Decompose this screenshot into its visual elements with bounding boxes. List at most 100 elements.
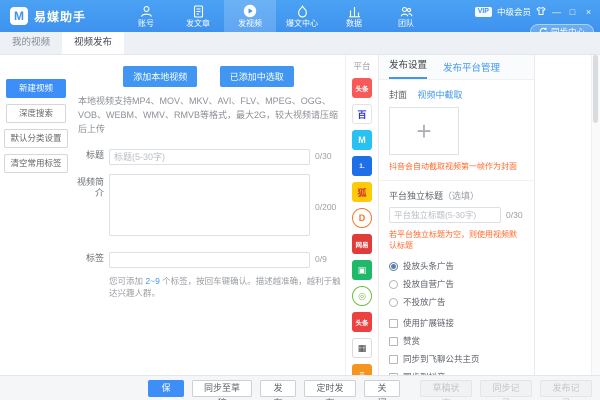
- nav-item-account[interactable]: 账号: [120, 0, 172, 32]
- nav-item-team[interactable]: 团队: [380, 0, 432, 32]
- flame-icon: [296, 5, 309, 18]
- sidebar-button-3[interactable]: 清空常用标签: [4, 154, 67, 173]
- scrollbar[interactable]: [591, 55, 600, 375]
- skin-icon[interactable]: [536, 3, 546, 21]
- tab-publish-settings[interactable]: 发布设置: [389, 55, 427, 79]
- footer-button-0[interactable]: 保存: [148, 380, 184, 397]
- right-empty-area: [536, 55, 600, 375]
- platform-icon-platform-8[interactable]: ▣: [352, 260, 372, 280]
- sidebar-button-1[interactable]: 深度搜索: [6, 104, 66, 123]
- platform-icon-dongfanghao[interactable]: D: [352, 208, 372, 228]
- topbar: M 易媒助手 账号 发文章 发视频 爆文中心 数据: [0, 0, 600, 32]
- ad-option-0[interactable]: 投放头条广告: [389, 260, 524, 272]
- platform-icon-baijiahao[interactable]: 百: [352, 104, 372, 124]
- platform-icon-yidianzixun[interactable]: 1.: [352, 156, 372, 176]
- format-tip: 本地视频支持MP4、MOV、MKV、AVI、FLV、MPEG、OGG、VOB、W…: [78, 95, 339, 137]
- ad-option-label: 投放自营广告: [403, 278, 454, 290]
- footer-button-4[interactable]: 关闭: [364, 380, 400, 397]
- footer-button-3[interactable]: 定时发布: [304, 380, 356, 397]
- footer-secondary-button-1: 同步记录: [480, 380, 532, 397]
- nav-item-data[interactable]: 数据: [328, 0, 380, 32]
- ad-option-label: 不投放广告: [403, 296, 446, 308]
- indep-title-tip: 若平台独立标题为空，则使用视频默认标题: [389, 229, 524, 251]
- sidebar-button-2[interactable]: 默认分类设置: [4, 129, 67, 148]
- video-play-icon: [243, 4, 257, 18]
- user-icon: [140, 5, 153, 18]
- title-input[interactable]: [109, 149, 310, 165]
- publish-settings-panel: 发布设置 发布平台管理 封面 视频中截取 + 抖音会自动截取视频第一帧作为封面 …: [378, 55, 535, 375]
- title-label: 标题: [72, 147, 104, 161]
- tab-video-publish[interactable]: 视频发布: [62, 32, 124, 54]
- sync-option-1[interactable]: 赞赏: [389, 335, 524, 347]
- tags-counter: 0/9: [310, 254, 341, 264]
- footer-button-2[interactable]: 发布: [260, 380, 296, 397]
- radio-icon: [389, 298, 398, 307]
- indep-title-optional: （选填）: [443, 191, 479, 201]
- select-added-button[interactable]: 已添加中选取: [220, 66, 294, 87]
- intro-textarea[interactable]: [109, 174, 310, 236]
- indep-title-label: 平台独立标题: [389, 191, 443, 201]
- indep-title-row: 平台独立标题（选填）: [389, 189, 524, 202]
- sync-option-2[interactable]: 同步到飞聊公共主页: [389, 353, 524, 365]
- nav-item-label: 发文章: [186, 19, 210, 28]
- cover-tip: 抖音会自动截取视频第一帧作为封面: [389, 161, 524, 172]
- footer-bar: 保存同步至草稿发布定时发布关闭 草稿状态同步记录发布记录: [0, 375, 600, 400]
- platform-icon-platform-10[interactable]: 头条: [352, 312, 372, 332]
- tags-tip-prefix: 您可添加: [109, 276, 145, 286]
- nav-item-post-video[interactable]: 发视频: [224, 0, 276, 32]
- minimize-button[interactable]: —: [551, 7, 562, 17]
- sync-option-label: 同步到飞聊公共主页: [403, 353, 480, 365]
- radio-icon: [389, 262, 398, 271]
- app-logo: M 易媒助手: [0, 0, 120, 32]
- platform-icon-sohuhao[interactable]: 狐: [352, 182, 372, 202]
- footer-button-1[interactable]: 同步至草稿: [192, 380, 252, 397]
- ad-option-label: 投放头条广告: [403, 260, 454, 272]
- app-title: 易媒助手: [34, 8, 86, 25]
- cover-upload-box[interactable]: +: [389, 107, 459, 155]
- platform-icon-dayuhao[interactable]: M: [352, 130, 372, 150]
- ad-option-2[interactable]: 不投放广告: [389, 296, 524, 308]
- video-form: 添加本地视频 已添加中选取 本地视频支持MP4、MOV、MKV、AVI、FLV、…: [72, 55, 345, 375]
- tab-my-videos[interactable]: 我的视频: [0, 32, 62, 54]
- tab-platform-manage[interactable]: 发布平台管理: [443, 60, 500, 74]
- app-logo-icon: M: [10, 7, 28, 25]
- ad-options: 投放头条广告投放自营广告不投放广告: [389, 260, 524, 308]
- tags-input[interactable]: [109, 252, 310, 268]
- sync-option-label: 使用扩展链接: [403, 317, 454, 329]
- vip-badge: VIP: [475, 7, 492, 17]
- tags-tip: 您可添加 2~9 个标签，按回车键确认。描述越准确，越利于触达兴趣人群。: [109, 275, 345, 299]
- divider: [379, 180, 534, 181]
- nav-item-post-article[interactable]: 发文章: [172, 0, 224, 32]
- tags-row: 标签 0/9: [72, 250, 341, 268]
- nav-item-hot-center[interactable]: 爆文中心: [276, 0, 328, 32]
- ad-option-1[interactable]: 投放自营广告: [389, 278, 524, 290]
- left-sidebar: 新建视频深度搜索默认分类设置清空常用标签: [0, 55, 72, 375]
- nav-item-label: 团队: [398, 19, 414, 28]
- cover-row: 封面 视频中截取: [389, 88, 524, 101]
- sync-option-label: 赞赏: [403, 335, 420, 347]
- platform-icon-platform-11[interactable]: ▦: [352, 338, 372, 358]
- scrollbar-thumb[interactable]: [593, 55, 598, 123]
- intro-row: 视频简介 0/200: [72, 174, 341, 241]
- maximize-button[interactable]: □: [567, 7, 578, 17]
- tags-label: 标签: [72, 250, 104, 264]
- cover-capture-link[interactable]: 视频中截取: [418, 90, 463, 100]
- footer-secondary-button-2: 发布记录: [540, 380, 592, 397]
- platform-icon-platform-12[interactable]: ≡: [352, 364, 372, 375]
- article-icon: [192, 5, 205, 18]
- platform-icon-wangyihao[interactable]: 网易: [352, 234, 372, 254]
- settings-tabs: 发布设置 发布平台管理: [379, 55, 534, 80]
- plus-icon: +: [416, 118, 431, 144]
- intro-label: 视频简介: [72, 174, 104, 200]
- close-button[interactable]: ×: [583, 7, 594, 17]
- footer-secondary-button-0: 草稿状态: [420, 380, 472, 397]
- platform-icon-toutiao[interactable]: 头条: [352, 78, 372, 98]
- sidebar-button-0[interactable]: 新建视频: [6, 79, 66, 98]
- upload-buttons-row: 添加本地视频 已添加中选取: [72, 66, 345, 87]
- indep-title-input[interactable]: [389, 207, 501, 223]
- add-local-video-button[interactable]: 添加本地视频: [123, 66, 197, 87]
- sync-option-0[interactable]: 使用扩展链接: [389, 317, 524, 329]
- nav-item-label: 数据: [346, 19, 362, 28]
- platform-icon-platform-9[interactable]: ◎: [352, 286, 372, 306]
- nav-item-label: 账号: [138, 19, 154, 28]
